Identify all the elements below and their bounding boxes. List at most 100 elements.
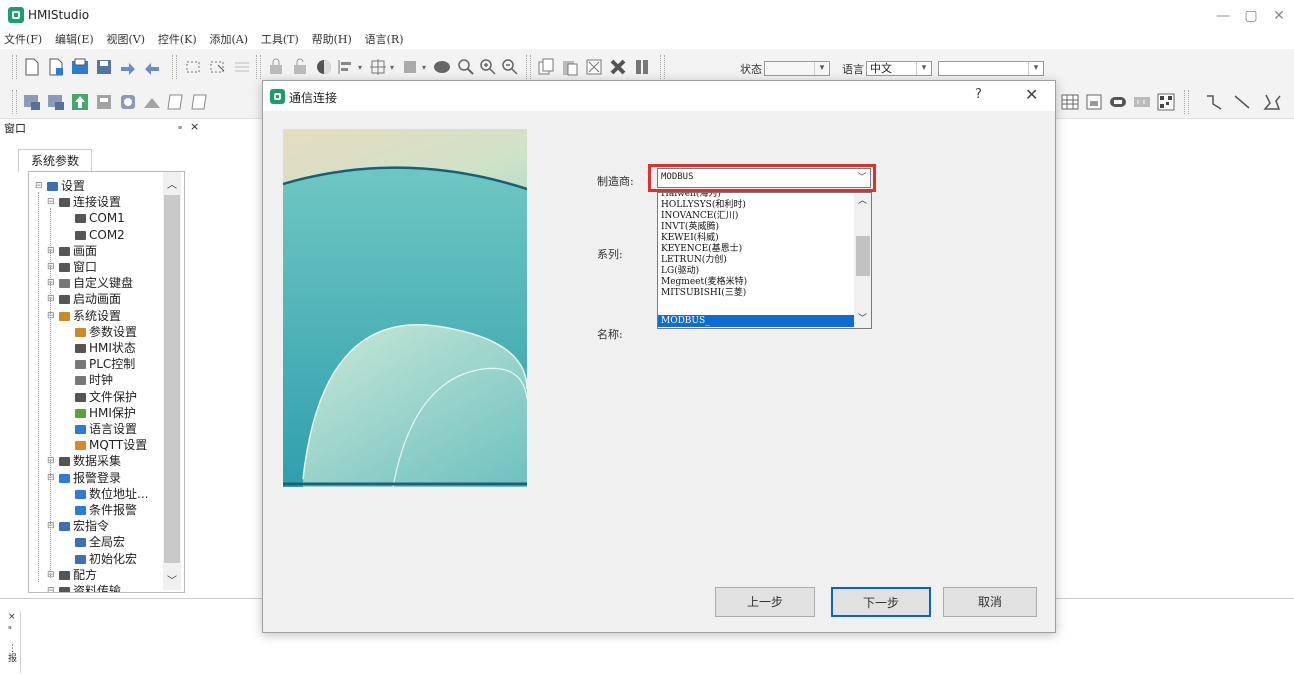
status-select[interactable]: ▾: [764, 61, 830, 76]
script-icon[interactable]: [166, 92, 186, 112]
tree-item[interactable]: 启动画面: [59, 291, 121, 307]
tree-item[interactable]: 画面: [59, 243, 97, 259]
dropdown-scroll-thumb[interactable]: [856, 236, 870, 276]
tree-item[interactable]: 设置: [47, 178, 85, 194]
line-icon[interactable]: [1232, 92, 1252, 112]
unlock-icon[interactable]: [290, 57, 310, 77]
delete-icon[interactable]: [608, 57, 628, 77]
select-icon[interactable]: [184, 57, 204, 77]
arrow-up-icon[interactable]: [70, 92, 90, 112]
option-haiwell[interactable]: Haiwell(海为): [661, 193, 721, 200]
menu-tools[interactable]: 工具(T): [261, 32, 299, 48]
close-icon[interactable]: ✕: [1264, 6, 1294, 26]
upload-icon[interactable]: [46, 92, 66, 112]
toolbar-grip[interactable]: [256, 55, 261, 79]
option-kewei[interactable]: KEWEI(科威): [661, 233, 719, 244]
tree-expander-icon[interactable]: ⊟: [47, 583, 55, 592]
tree-item[interactable]: 窗口: [59, 259, 97, 275]
toolbar-grip[interactable]: [1184, 90, 1189, 114]
chevron-up-icon[interactable]: ︿: [167, 176, 177, 191]
more-icon[interactable]: ⋮: [8, 644, 20, 654]
maximize-icon[interactable]: ▢: [1236, 6, 1266, 26]
multi-select-icon[interactable]: [208, 57, 228, 77]
option-lg[interactable]: LG(驱动): [661, 266, 699, 277]
tab-system-params[interactable]: 系统参数: [18, 149, 92, 172]
bottom-tab-label[interactable]: 报: [8, 654, 20, 664]
simulate-icon[interactable]: [118, 92, 138, 112]
manufacturer-dropdown-list[interactable]: Haiwell(海为) HOLLYSYS(和利时) INOVANCE(汇川) I…: [657, 192, 872, 329]
tree-item[interactable]: 资料传输: [59, 583, 121, 592]
chevron-down-icon[interactable]: ﹀: [858, 311, 867, 324]
menu-add[interactable]: 添加(A): [210, 32, 249, 48]
toolbar-grip[interactable]: [12, 90, 17, 114]
toolbar-grip[interactable]: [660, 55, 665, 79]
dropdown-arrow-icon[interactable]: ▾: [390, 63, 394, 72]
dropdown-arrow-icon[interactable]: ▾: [422, 63, 426, 72]
download-icon[interactable]: [22, 92, 42, 112]
option-letrun[interactable]: LETRUN(力创): [661, 255, 727, 266]
find-icon[interactable]: [632, 57, 652, 77]
menu-file[interactable]: 文件(F): [4, 32, 42, 48]
dialog-close-icon[interactable]: ✕: [1025, 85, 1038, 104]
tree-item[interactable]: 全局宏: [75, 534, 125, 550]
bottom-pin-icon[interactable]: ₔ: [8, 622, 20, 632]
menu-help[interactable]: 帮助(H): [312, 32, 352, 48]
tree-item[interactable]: 文件保护: [75, 389, 137, 405]
number-object-icon[interactable]: [1132, 92, 1152, 112]
polygon-icon[interactable]: [1262, 92, 1282, 112]
layer-icon[interactable]: [400, 57, 420, 77]
tree-item[interactable]: 初始化宏: [75, 551, 137, 567]
dropdown-arrow-icon[interactable]: ▾: [358, 63, 362, 72]
save-icon[interactable]: [94, 57, 114, 77]
panel-close-icon[interactable]: ×: [190, 120, 199, 133]
zoom-out-icon[interactable]: [500, 57, 520, 77]
open-icon[interactable]: [70, 57, 90, 77]
toolbar-grip[interactable]: [526, 55, 531, 79]
distribute-icon[interactable]: [368, 57, 388, 77]
new-file-icon[interactable]: [22, 57, 42, 77]
toolbar-grip[interactable]: [12, 55, 17, 79]
option-mitsubishi[interactable]: MITSUBISHI(三菱): [661, 288, 746, 299]
tree-item[interactable]: 条件报警: [75, 502, 137, 518]
menu-controls[interactable]: 控件(K): [158, 32, 197, 48]
option-keyence[interactable]: KEYENCE(基恩士): [661, 244, 742, 255]
copy-icon[interactable]: [536, 57, 556, 77]
bottom-close-icon[interactable]: ×: [8, 612, 20, 622]
polyline-icon[interactable]: [1204, 92, 1224, 112]
grid-icon[interactable]: [232, 57, 252, 77]
chevron-down-icon[interactable]: ﹀: [167, 572, 177, 587]
menu-language[interactable]: 语言(R): [365, 32, 404, 48]
zoom-fit-icon[interactable]: [432, 57, 452, 77]
cut-icon[interactable]: [584, 57, 604, 77]
toggle-object-icon[interactable]: [1108, 92, 1128, 112]
tree-item[interactable]: MQTT设置: [75, 437, 147, 453]
menu-edit[interactable]: 编辑(E): [55, 32, 94, 48]
window-object-icon[interactable]: [1084, 92, 1104, 112]
tree-scroll-thumb[interactable]: [164, 195, 180, 563]
tree-item[interactable]: HMI保护: [75, 405, 136, 421]
tree-item[interactable]: HMI状态: [75, 340, 136, 356]
tree-item[interactable]: 宏指令: [59, 518, 109, 534]
compile-icon[interactable]: [94, 92, 114, 112]
tree-item[interactable]: 时钟: [75, 372, 113, 388]
cancel-button[interactable]: 取消: [943, 587, 1037, 617]
language-select[interactable]: 中文 ▾: [866, 61, 932, 76]
prev-button[interactable]: 上一步: [715, 587, 815, 617]
script-g-icon[interactable]: [190, 92, 210, 112]
align-icon[interactable]: [336, 57, 356, 77]
option-megmeet[interactable]: Megmeet(麦格米特): [661, 277, 747, 288]
paste-icon[interactable]: [560, 57, 580, 77]
tree-item[interactable]: 系统设置: [59, 308, 121, 324]
undo-icon[interactable]: [142, 57, 162, 77]
tree-item[interactable]: 语言设置: [75, 421, 137, 437]
minimize-icon[interactable]: —: [1208, 6, 1238, 26]
tree-item[interactable]: PLC控制: [75, 356, 135, 372]
tree-item[interactable]: COM1: [75, 210, 125, 226]
zoom-icon[interactable]: [456, 57, 476, 77]
online-sim-icon[interactable]: [142, 92, 162, 112]
redo-icon[interactable]: [118, 57, 138, 77]
contrast-icon[interactable]: [314, 57, 334, 77]
new-page-icon[interactable]: [46, 57, 66, 77]
option-inovance[interactable]: INOVANCE(汇川): [661, 211, 738, 222]
menu-view[interactable]: 视图(V): [107, 32, 146, 48]
